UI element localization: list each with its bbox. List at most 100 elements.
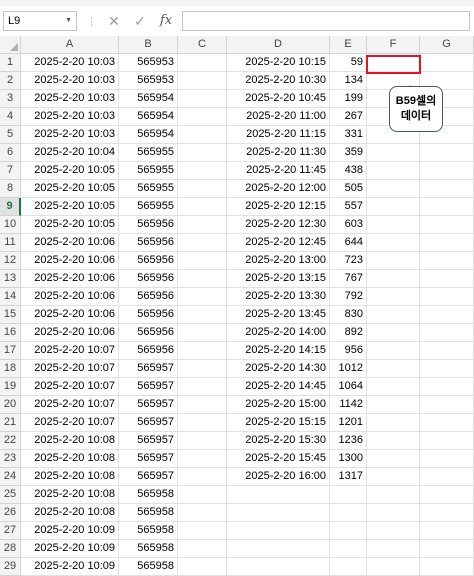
- cell-e[interactable]: 956: [330, 342, 367, 360]
- cell-g[interactable]: [420, 522, 474, 540]
- row-header[interactable]: 4: [0, 108, 21, 126]
- cell-c[interactable]: [178, 288, 227, 306]
- cell-e[interactable]: 359: [330, 144, 367, 162]
- cell-e[interactable]: 723: [330, 252, 367, 270]
- cell-d[interactable]: 2025-2-20 15:30: [227, 432, 330, 450]
- cell-b[interactable]: 565957: [119, 432, 178, 450]
- cell-g[interactable]: [420, 198, 474, 216]
- column-header-c[interactable]: C: [178, 36, 227, 54]
- row-header[interactable]: 17: [0, 342, 21, 360]
- cell-e[interactable]: 1300: [330, 450, 367, 468]
- cell-b[interactable]: 565956: [119, 216, 178, 234]
- cell-g[interactable]: [420, 234, 474, 252]
- column-header-d[interactable]: D: [227, 36, 330, 54]
- cell-b[interactable]: 565957: [119, 396, 178, 414]
- cell-a[interactable]: 2025-2-20 10:07: [21, 414, 119, 432]
- cell-b[interactable]: 565958: [119, 558, 178, 576]
- row-header[interactable]: 3: [0, 90, 21, 108]
- cell-e[interactable]: [330, 504, 367, 522]
- cell-c[interactable]: [178, 162, 227, 180]
- cell-e[interactable]: 331: [330, 126, 367, 144]
- cell-a[interactable]: 2025-2-20 10:07: [21, 360, 119, 378]
- cell-c[interactable]: [178, 378, 227, 396]
- cell-g[interactable]: [420, 162, 474, 180]
- cell-a[interactable]: 2025-2-20 10:08: [21, 504, 119, 522]
- cell-f[interactable]: [367, 306, 420, 324]
- row-header[interactable]: 12: [0, 252, 21, 270]
- cell-e[interactable]: 1201: [330, 414, 367, 432]
- cell-a[interactable]: 2025-2-20 10:06: [21, 234, 119, 252]
- cell-a[interactable]: 2025-2-20 10:05: [21, 180, 119, 198]
- cell-g[interactable]: [420, 432, 474, 450]
- cell-b[interactable]: 565955: [119, 162, 178, 180]
- cell-b[interactable]: 565956: [119, 324, 178, 342]
- cell-g[interactable]: [420, 414, 474, 432]
- cell-f[interactable]: [367, 414, 420, 432]
- row-header[interactable]: 26: [0, 504, 21, 522]
- column-header-a[interactable]: A: [21, 36, 119, 54]
- cell-d[interactable]: [227, 558, 330, 576]
- cell-f[interactable]: [367, 162, 420, 180]
- row-header[interactable]: 5: [0, 126, 21, 144]
- select-all-corner[interactable]: [0, 36, 21, 54]
- cell-d[interactable]: 2025-2-20 15:45: [227, 450, 330, 468]
- cell-b[interactable]: 565956: [119, 306, 178, 324]
- cell-a[interactable]: 2025-2-20 10:03: [21, 72, 119, 90]
- cell-d[interactable]: 2025-2-20 14:30: [227, 360, 330, 378]
- cell-b[interactable]: 565955: [119, 144, 178, 162]
- cell-f[interactable]: [367, 234, 420, 252]
- cell-e[interactable]: 644: [330, 234, 367, 252]
- cell-g[interactable]: [420, 558, 474, 576]
- cell-b[interactable]: 565954: [119, 108, 178, 126]
- cell-e[interactable]: [330, 522, 367, 540]
- row-header[interactable]: 20: [0, 396, 21, 414]
- cell-b[interactable]: 565957: [119, 360, 178, 378]
- cell-g[interactable]: [420, 486, 474, 504]
- cell-c[interactable]: [178, 108, 227, 126]
- cell-e[interactable]: [330, 486, 367, 504]
- cell-b[interactable]: 565955: [119, 180, 178, 198]
- cell-f[interactable]: [367, 504, 420, 522]
- cell-g[interactable]: [420, 378, 474, 396]
- cell-d[interactable]: 2025-2-20 12:15: [227, 198, 330, 216]
- cell-c[interactable]: [178, 468, 227, 486]
- cell-b[interactable]: 565957: [119, 414, 178, 432]
- column-header-f[interactable]: F: [367, 36, 420, 54]
- cell-a[interactable]: 2025-2-20 10:06: [21, 270, 119, 288]
- cell-g[interactable]: [420, 180, 474, 198]
- cell-c[interactable]: [178, 270, 227, 288]
- row-header[interactable]: 19: [0, 378, 21, 396]
- cell-a[interactable]: 2025-2-20 10:09: [21, 540, 119, 558]
- row-header[interactable]: 25: [0, 486, 21, 504]
- cell-a[interactable]: 2025-2-20 10:03: [21, 90, 119, 108]
- cell-c[interactable]: [178, 144, 227, 162]
- cell-b[interactable]: 565953: [119, 54, 178, 72]
- row-header[interactable]: 13: [0, 270, 21, 288]
- cell-f[interactable]: [367, 270, 420, 288]
- cell-c[interactable]: [178, 522, 227, 540]
- row-header[interactable]: 15: [0, 306, 21, 324]
- name-box[interactable]: L9 ▼: [3, 11, 77, 31]
- cell-d[interactable]: [227, 486, 330, 504]
- cell-a[interactable]: 2025-2-20 10:05: [21, 162, 119, 180]
- cell-a[interactable]: 2025-2-20 10:06: [21, 288, 119, 306]
- formula-input[interactable]: [182, 11, 470, 31]
- cell-b[interactable]: 565955: [119, 198, 178, 216]
- cell-f[interactable]: [367, 324, 420, 342]
- cell-a[interactable]: 2025-2-20 10:03: [21, 126, 119, 144]
- cell-b[interactable]: 565957: [119, 378, 178, 396]
- cell-c[interactable]: [178, 90, 227, 108]
- row-header[interactable]: 1: [0, 54, 21, 72]
- cell-c[interactable]: [178, 432, 227, 450]
- cell-b[interactable]: 565954: [119, 90, 178, 108]
- cell-e[interactable]: 1317: [330, 468, 367, 486]
- cell-f[interactable]: [367, 144, 420, 162]
- cancel-x-icon[interactable]: ✕: [106, 13, 122, 29]
- cell-c[interactable]: [178, 450, 227, 468]
- cell-b[interactable]: 565958: [119, 486, 178, 504]
- cell-g[interactable]: [420, 216, 474, 234]
- cell-f[interactable]: [367, 360, 420, 378]
- cell-f[interactable]: [367, 522, 420, 540]
- cell-a[interactable]: 2025-2-20 10:08: [21, 468, 119, 486]
- cell-e[interactable]: 438: [330, 162, 367, 180]
